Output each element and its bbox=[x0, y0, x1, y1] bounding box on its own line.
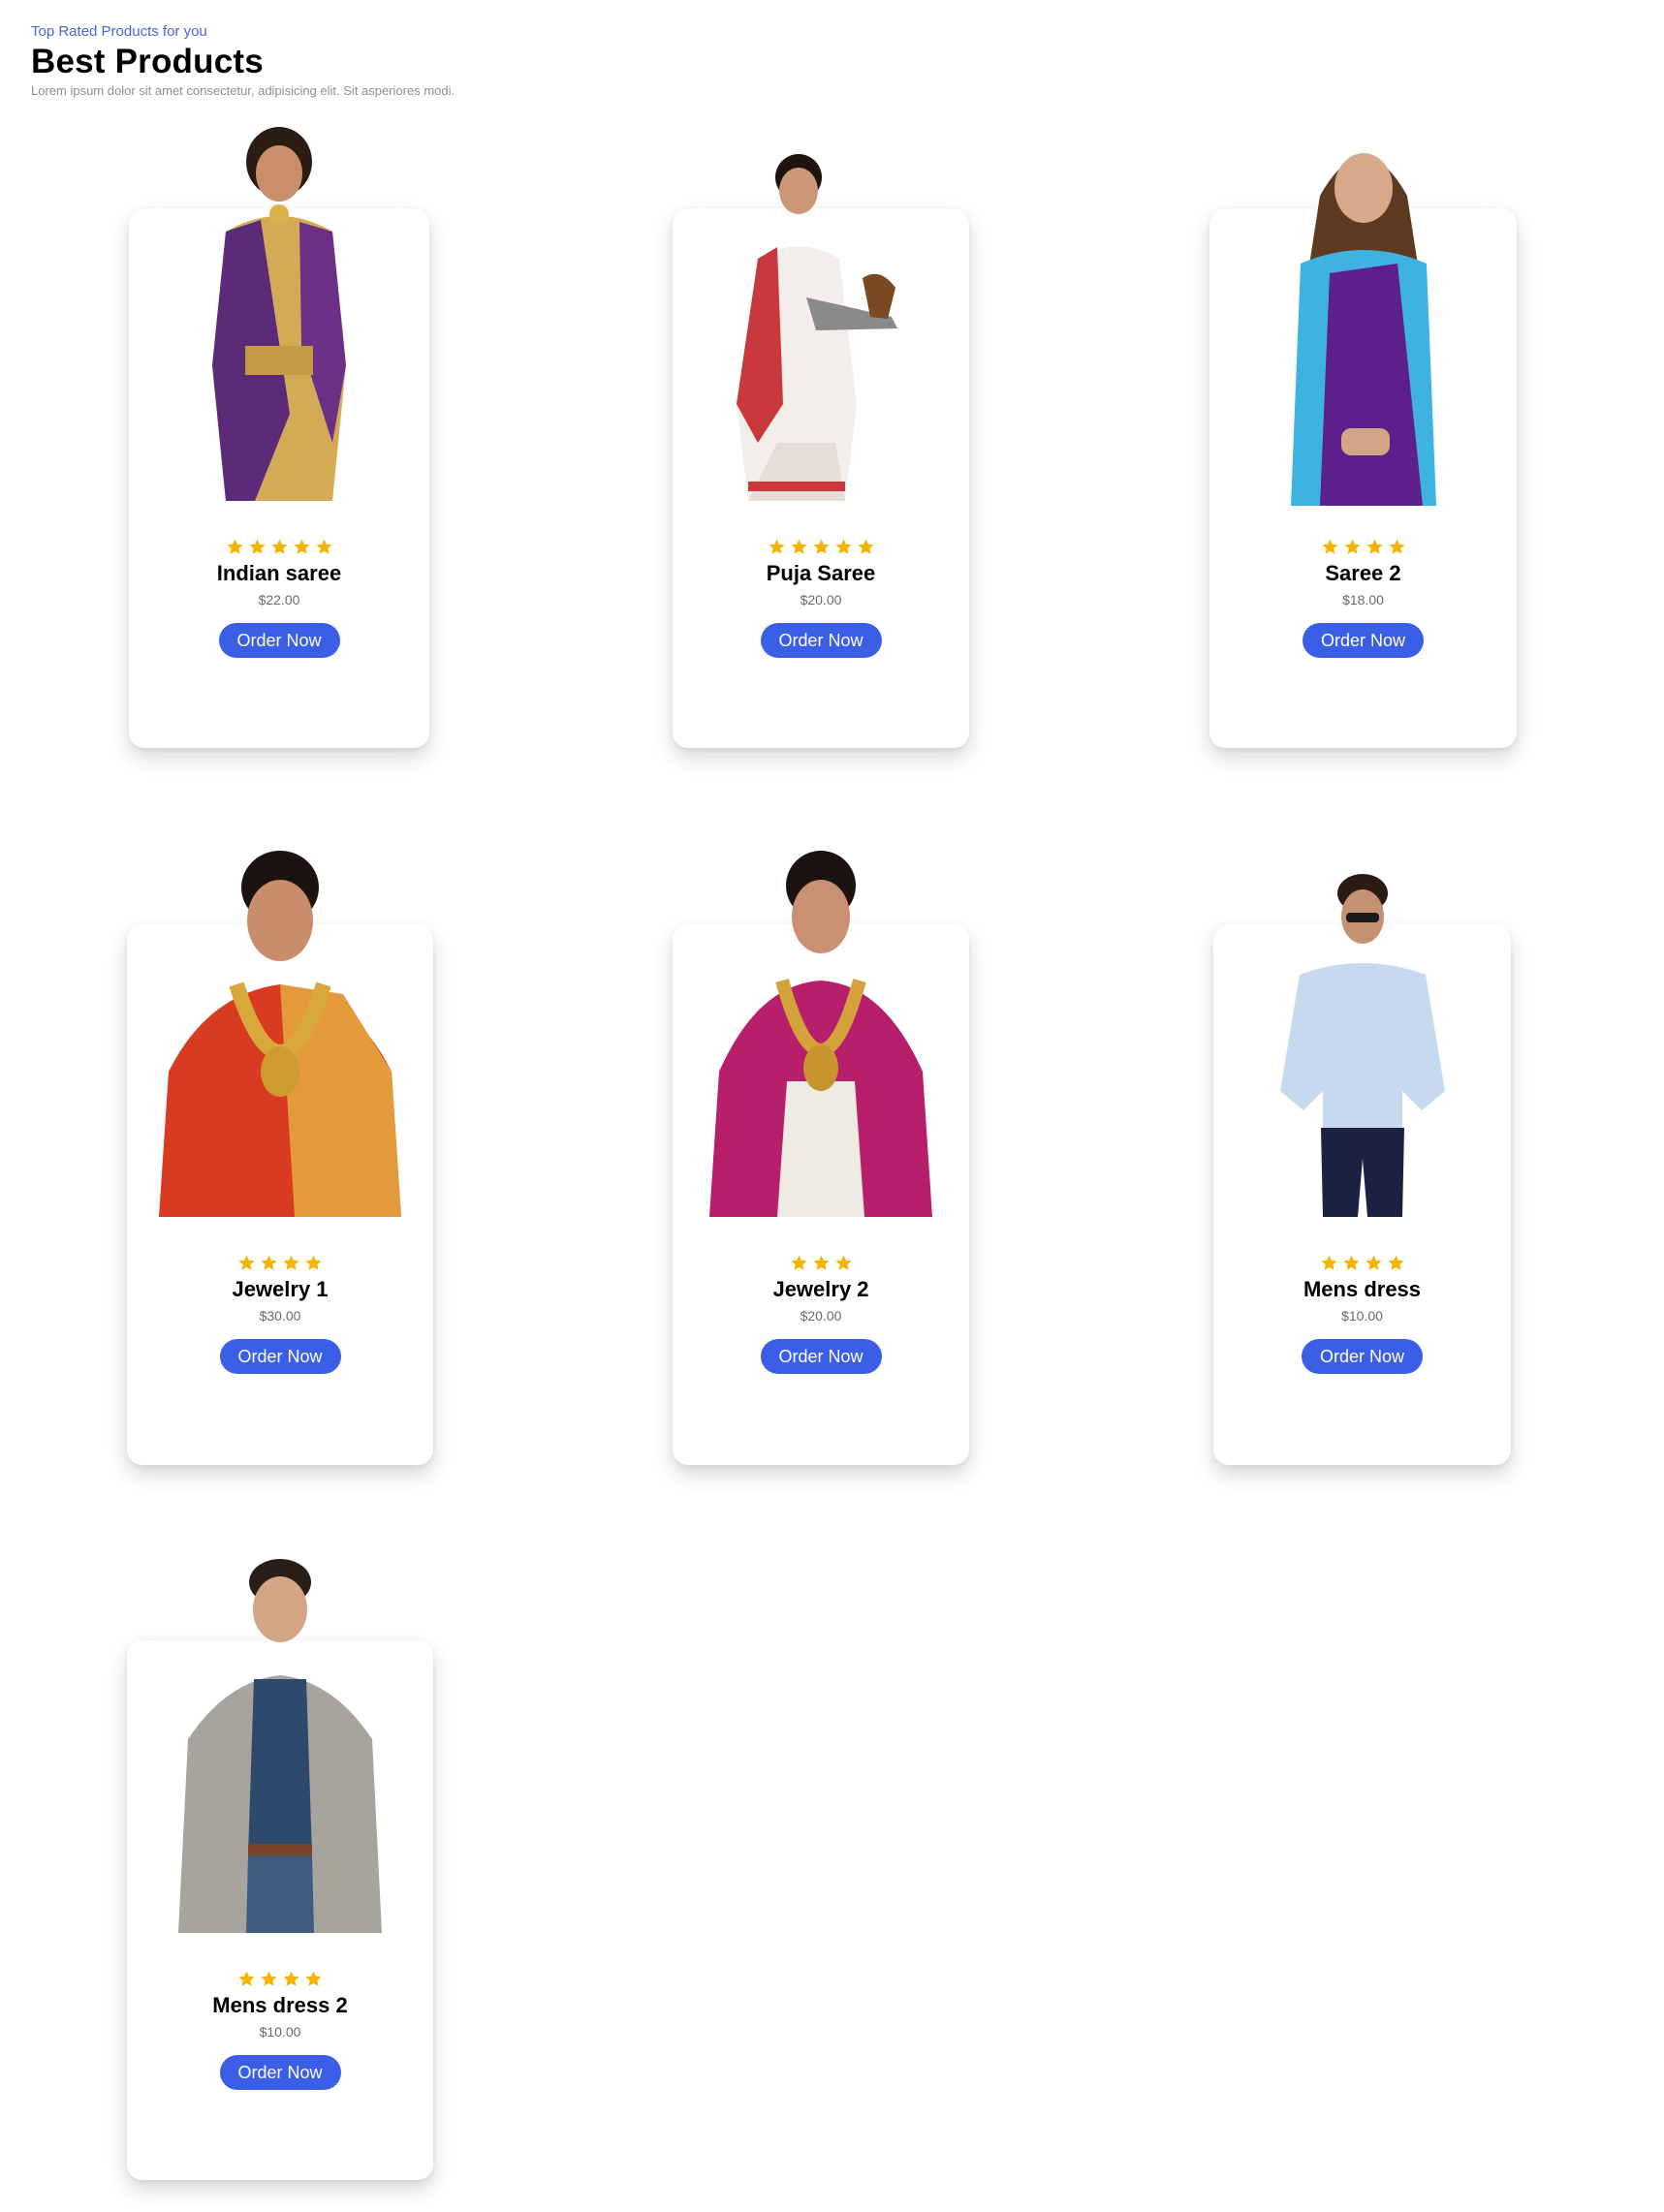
product-card[interactable]: Puja Saree $20.00 Order Now bbox=[673, 154, 969, 748]
product-price: $10.00 bbox=[1341, 1308, 1383, 1324]
product-card[interactable]: Indian saree $22.00 Order Now bbox=[129, 127, 429, 748]
star-icon bbox=[261, 1971, 277, 1986]
section-subtitle: Lorem ipsum dolor sit amet consectetur, … bbox=[31, 83, 455, 98]
product-name: Jewelry 1 bbox=[232, 1277, 329, 1301]
star-icon bbox=[226, 539, 243, 554]
star-icon bbox=[768, 539, 785, 554]
order-now-button[interactable]: Order Now bbox=[1303, 623, 1424, 658]
rating-stars bbox=[673, 1254, 969, 1273]
rating-stars bbox=[1209, 538, 1517, 557]
order-now-button[interactable]: Order Now bbox=[760, 623, 882, 658]
order-now-button[interactable]: Order Now bbox=[760, 1339, 882, 1374]
product-image-mens-dress[interactable] bbox=[1232, 868, 1493, 1246]
product-name: Puja Saree bbox=[766, 561, 876, 585]
rating-stars bbox=[673, 538, 969, 557]
star-icon bbox=[1366, 539, 1383, 554]
product-name: Mens dress 2 bbox=[212, 1993, 348, 2017]
star-icon bbox=[1321, 539, 1338, 554]
star-icon bbox=[305, 1971, 322, 1986]
product-card[interactable]: Saree 2 $18.00 Order Now bbox=[1209, 153, 1517, 748]
rating-stars bbox=[129, 538, 429, 557]
product-image-saree[interactable] bbox=[1233, 128, 1494, 506]
section-eyebrow: Top Rated Products for you bbox=[31, 23, 207, 40]
product-price: $20.00 bbox=[800, 1308, 842, 1324]
product-price: $22.00 bbox=[258, 592, 300, 608]
star-icon bbox=[1388, 539, 1405, 554]
product-price: $18.00 bbox=[1342, 592, 1384, 608]
page-title: Best Products bbox=[31, 43, 264, 80]
product-image-mens-dress[interactable] bbox=[149, 1555, 411, 1933]
product-card[interactable]: Jewelry 1 $30.00 Order Now bbox=[127, 851, 433, 1465]
rating-stars bbox=[127, 1970, 433, 1989]
order-now-button[interactable]: Order Now bbox=[218, 623, 340, 658]
product-name: Mens dress bbox=[1303, 1277, 1422, 1301]
product-image-jewelry[interactable] bbox=[690, 839, 952, 1217]
product-price: $10.00 bbox=[259, 2024, 301, 2040]
star-icon bbox=[270, 539, 288, 554]
star-icon bbox=[790, 1255, 807, 1270]
star-icon bbox=[283, 1971, 299, 1986]
rating-stars bbox=[127, 1254, 433, 1273]
star-icon bbox=[1342, 1255, 1360, 1270]
product-price: $30.00 bbox=[259, 1308, 301, 1324]
star-icon bbox=[1343, 539, 1361, 554]
product-card[interactable]: Jewelry 2 $20.00 Order Now bbox=[673, 851, 969, 1465]
order-now-button[interactable]: Order Now bbox=[219, 2055, 341, 2090]
order-now-button[interactable]: Order Now bbox=[1302, 1339, 1423, 1374]
product-image-jewelry[interactable] bbox=[149, 839, 411, 1217]
product-card[interactable]: Mens dress $10.00 Order Now bbox=[1213, 874, 1511, 1465]
product-card[interactable]: Mens dress 2 $10.00 Order Now bbox=[127, 1559, 433, 2180]
star-icon bbox=[1320, 1255, 1337, 1270]
product-price: $20.00 bbox=[800, 592, 842, 608]
star-icon bbox=[305, 1255, 322, 1270]
star-icon bbox=[238, 1971, 255, 1986]
star-icon bbox=[1365, 1255, 1382, 1270]
rating-stars bbox=[1213, 1254, 1511, 1273]
star-icon bbox=[812, 539, 830, 554]
product-image-saree[interactable] bbox=[690, 152, 952, 530]
star-icon bbox=[283, 1255, 299, 1270]
section-header: Top Rated Products for you Best Products… bbox=[31, 23, 455, 98]
star-icon bbox=[834, 539, 852, 554]
star-icon bbox=[238, 1255, 255, 1270]
product-name: Indian saree bbox=[216, 561, 342, 585]
star-icon bbox=[315, 539, 332, 554]
star-icon bbox=[834, 1255, 852, 1270]
star-icon bbox=[261, 1255, 277, 1270]
order-now-button[interactable]: Order Now bbox=[219, 1339, 341, 1374]
product-image-saree[interactable] bbox=[148, 123, 410, 501]
product-name: Jewelry 2 bbox=[772, 1277, 869, 1301]
star-icon bbox=[812, 1255, 830, 1270]
star-icon bbox=[1387, 1255, 1404, 1270]
star-icon bbox=[857, 539, 874, 554]
star-icon bbox=[293, 539, 310, 554]
star-icon bbox=[248, 539, 266, 554]
star-icon bbox=[790, 539, 807, 554]
product-name: Saree 2 bbox=[1325, 561, 1401, 585]
